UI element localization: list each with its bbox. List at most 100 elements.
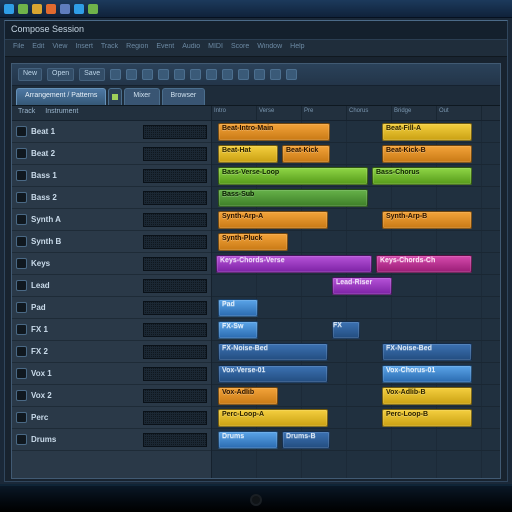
clip[interactable]: FX-Noise-Bed (382, 343, 472, 361)
clip[interactable]: Perc-Loop-B (382, 409, 472, 427)
track-toggle-icon[interactable] (16, 346, 27, 357)
track-row[interactable]: Vox 2 (12, 385, 211, 407)
track-toggle-icon[interactable] (16, 302, 27, 313)
timeline-marker[interactable]: Bridge (392, 106, 437, 120)
clip[interactable]: Vox-Adlib (218, 387, 278, 405)
clip[interactable]: Keys-Chords-Ch (376, 255, 472, 273)
clip[interactable]: FX-Sw (218, 321, 258, 339)
clip[interactable]: Perc-Loop-A (218, 409, 328, 427)
track-row[interactable]: Keys (12, 253, 211, 275)
tab-arrangement[interactable]: Arrangement / Patterns (16, 88, 106, 105)
clip[interactable]: Drums-B (282, 431, 330, 449)
toolbar-icon[interactable] (174, 69, 185, 80)
taskbar-icon[interactable] (46, 4, 56, 14)
toolbar-icon[interactable] (270, 69, 281, 80)
timeline-marker[interactable]: Out (437, 106, 482, 120)
clip[interactable]: Lead-Riser (332, 277, 392, 295)
toolbar-open-button[interactable]: Open (47, 68, 74, 81)
timeline[interactable]: IntroVersePreChorusBridgeOut Beat-Intro-… (212, 106, 500, 478)
toolbar-icon[interactable] (190, 69, 201, 80)
track-toggle-icon[interactable] (16, 126, 27, 137)
timeline-marker[interactable]: Intro (212, 106, 257, 120)
track-toggle-icon[interactable] (16, 280, 27, 291)
track-row[interactable]: Drums (12, 429, 211, 451)
clip[interactable]: FX-Noise-Bed (218, 343, 328, 361)
clip[interactable]: Vox-Chorus-01 (382, 365, 472, 383)
timeline-marker[interactable]: Chorus (347, 106, 392, 120)
track-row[interactable]: Perc (12, 407, 211, 429)
toolbar-icon[interactable] (238, 69, 249, 80)
clip[interactable]: Vox-Adlib-B (382, 387, 472, 405)
track-row[interactable]: FX 1 (12, 319, 211, 341)
clip[interactable]: Bass-Verse-Loop (218, 167, 368, 185)
menu-event[interactable]: Event (156, 43, 174, 53)
track-toggle-icon[interactable] (16, 236, 27, 247)
track-toggle-icon[interactable] (16, 192, 27, 203)
track-row[interactable]: Beat 2 (12, 143, 211, 165)
taskbar-icon[interactable] (32, 4, 42, 14)
track-toggle-icon[interactable] (16, 258, 27, 269)
menu-edit[interactable]: Edit (32, 43, 44, 53)
track-row[interactable]: Bass 2 (12, 187, 211, 209)
track-toggle-icon[interactable] (16, 434, 27, 445)
menu-help[interactable]: Help (290, 43, 304, 53)
clip[interactable]: Synth-Arp-A (218, 211, 328, 229)
track-toggle-icon[interactable] (16, 324, 27, 335)
toolbar-icon[interactable] (110, 69, 121, 80)
toolbar-icon[interactable] (126, 69, 137, 80)
toolbar-icon[interactable] (286, 69, 297, 80)
track-row[interactable]: Synth A (12, 209, 211, 231)
clip[interactable]: Beat-Fill-A (382, 123, 472, 141)
toolbar-icon[interactable] (158, 69, 169, 80)
timeline-marker[interactable]: Verse (257, 106, 302, 120)
toolbar-icon[interactable] (206, 69, 217, 80)
toolbar-icon[interactable] (254, 69, 265, 80)
track-toggle-icon[interactable] (16, 390, 27, 401)
track-row[interactable]: Beat 1 (12, 121, 211, 143)
taskbar-icon[interactable] (88, 4, 98, 14)
track-toggle-icon[interactable] (16, 214, 27, 225)
clip[interactable]: Synth-Pluck (218, 233, 288, 251)
tab-browser[interactable]: Browser (162, 88, 206, 105)
toolbar-icon[interactable] (222, 69, 233, 80)
clip[interactable]: Keys-Chords-Verse (216, 255, 372, 273)
menu-file[interactable]: File (13, 43, 24, 53)
menu-region[interactable]: Region (126, 43, 148, 53)
tab-mixer[interactable]: Mixer (124, 88, 159, 105)
menu-insert[interactable]: Insert (75, 43, 93, 53)
menu-audio[interactable]: Audio (182, 43, 200, 53)
track-row[interactable]: FX 2 (12, 341, 211, 363)
menu-window[interactable]: Window (257, 43, 282, 53)
clip[interactable]: Bass-Chorus (372, 167, 472, 185)
track-toggle-icon[interactable] (16, 368, 27, 379)
track-toggle-icon[interactable] (16, 170, 27, 181)
menu-track[interactable]: Track (101, 43, 118, 53)
timeline-ruler[interactable]: IntroVersePreChorusBridgeOut (212, 106, 500, 121)
clip[interactable]: Vox-Verse-01 (218, 365, 328, 383)
track-toggle-icon[interactable] (16, 412, 27, 423)
clip[interactable]: Beat-Hat (218, 145, 278, 163)
track-row[interactable]: Pad (12, 297, 211, 319)
clip[interactable]: Bass-Sub (218, 189, 368, 207)
window-titlebar[interactable]: Compose Session (5, 21, 507, 39)
taskbar-icon[interactable] (60, 4, 70, 14)
clip[interactable]: Synth-Arp-B (382, 211, 472, 229)
track-row[interactable]: Synth B (12, 231, 211, 253)
clip[interactable]: Beat-Intro-Main (218, 123, 330, 141)
track-toggle-icon[interactable] (16, 148, 27, 159)
track-row[interactable]: Lead (12, 275, 211, 297)
clip[interactable]: FX (332, 321, 360, 339)
taskbar-icon[interactable] (18, 4, 28, 14)
menu-view[interactable]: View (52, 43, 67, 53)
timeline-marker[interactable]: Pre (302, 106, 347, 120)
taskbar-icon[interactable] (4, 4, 14, 14)
clip[interactable]: Drums (218, 431, 278, 449)
toolbar-icon[interactable] (142, 69, 153, 80)
tab-square-icon[interactable] (108, 88, 122, 105)
menu-score[interactable]: Score (231, 43, 249, 53)
clip[interactable]: Pad (218, 299, 258, 317)
toolbar-new-button[interactable]: New (18, 68, 42, 81)
track-row[interactable]: Vox 1 (12, 363, 211, 385)
clip[interactable]: Beat-Kick-B (382, 145, 472, 163)
clip[interactable]: Beat-Kick (282, 145, 330, 163)
